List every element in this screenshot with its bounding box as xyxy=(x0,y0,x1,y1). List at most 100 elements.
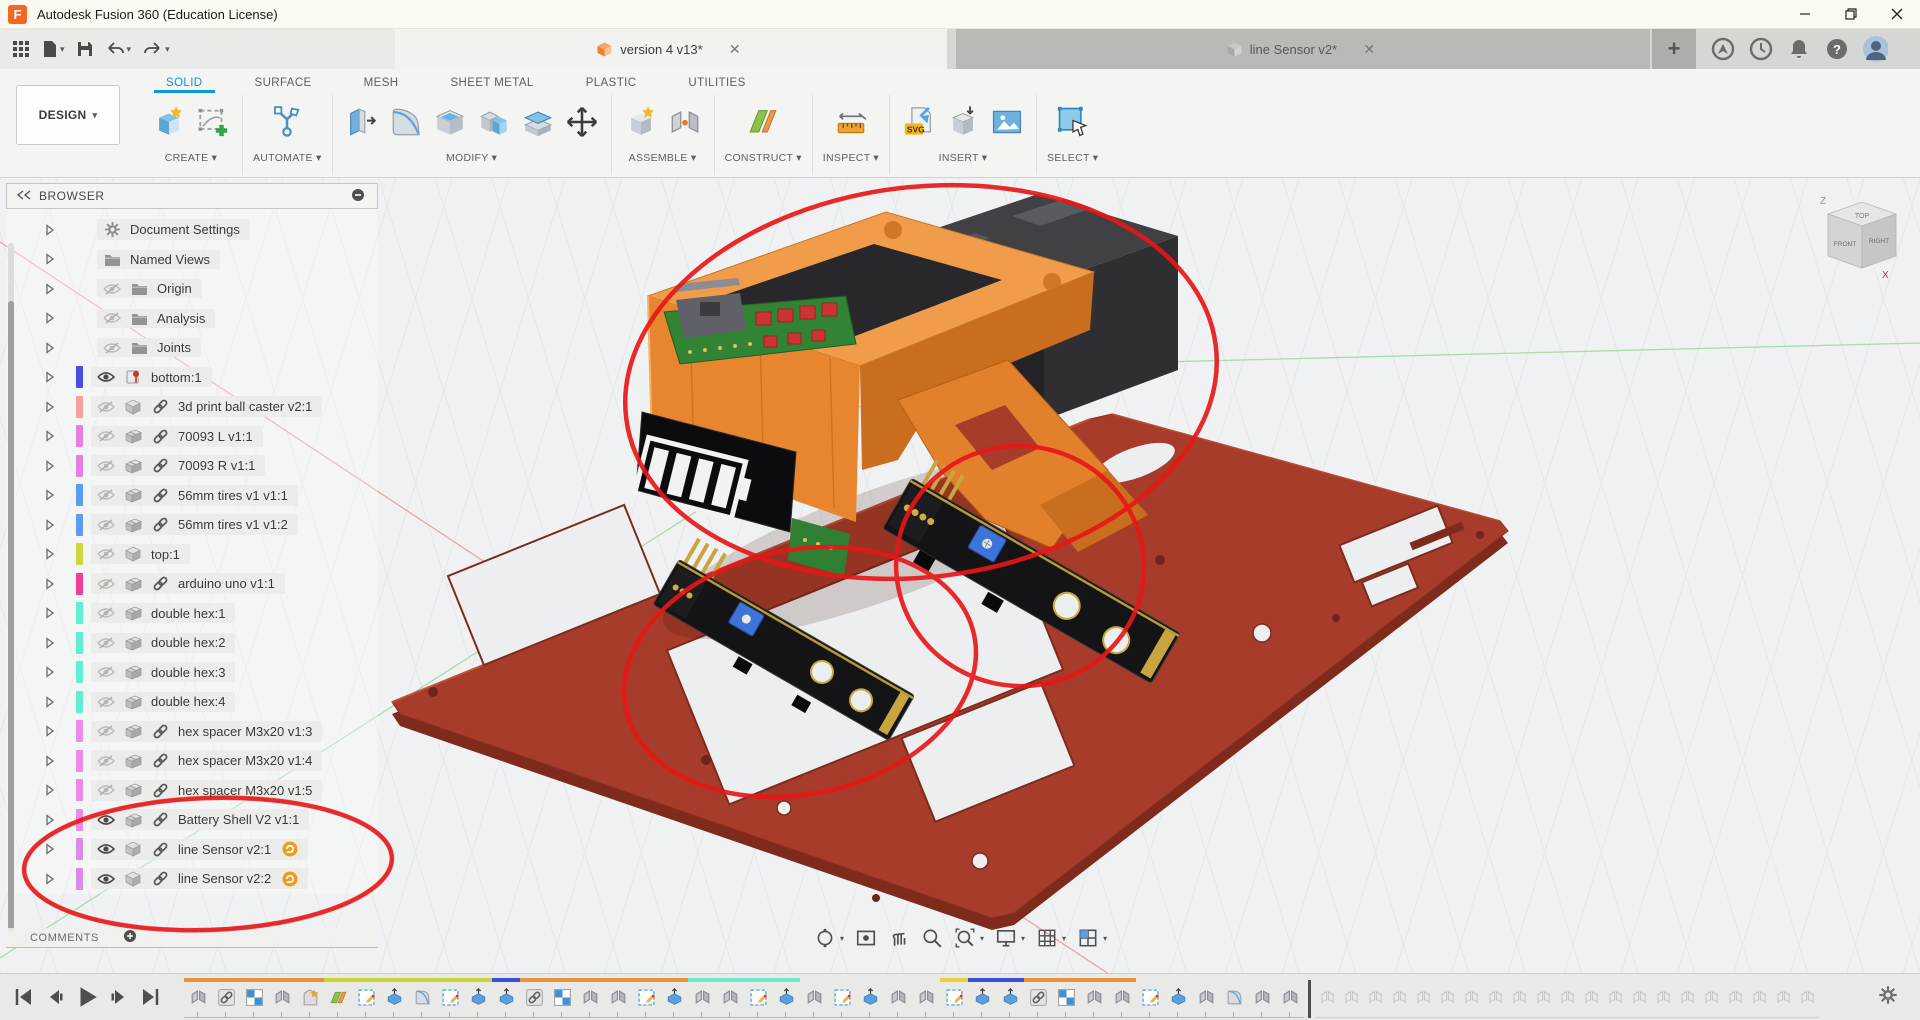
timeline-feature-rolled-back[interactable] xyxy=(1627,978,1651,1018)
insert-svg-icon[interactable]: SVG xyxy=(900,103,938,141)
document-tab-inactive[interactable]: line Sensor v2* ✕ xyxy=(956,29,1650,69)
job-status-icon[interactable] xyxy=(1748,36,1774,62)
timeline-feature-component[interactable] xyxy=(548,978,576,1018)
browser-item[interactable]: Origin xyxy=(6,274,378,304)
help-icon[interactable]: ? xyxy=(1824,36,1850,62)
add-comment-icon[interactable] xyxy=(123,929,137,946)
skip-start-icon[interactable] xyxy=(12,985,36,1009)
fit-icon[interactable]: ▾ xyxy=(952,925,986,951)
visibility-eye-icon[interactable] xyxy=(97,606,115,620)
timeline-feature-rolled-back[interactable] xyxy=(1555,978,1579,1018)
timeline-feature-rolled-back[interactable] xyxy=(1339,978,1363,1018)
browser-item[interactable]: double hex:4 xyxy=(6,687,378,717)
timeline-feature-component[interactable] xyxy=(240,978,268,1018)
expand-icon[interactable] xyxy=(42,547,58,561)
expand-icon[interactable] xyxy=(42,252,58,266)
browser-item[interactable]: arduino uno v1:1 xyxy=(6,569,378,599)
group-label[interactable]: CONSTRUCT xyxy=(725,152,793,164)
visibility-eye-icon[interactable] xyxy=(97,518,115,532)
timeline-feature-rolled-back[interactable] xyxy=(1579,978,1603,1018)
browser-item[interactable]: 70093 L v1:1 xyxy=(6,422,378,452)
close-tab-icon[interactable]: ✕ xyxy=(1359,41,1379,58)
timeline-feature-sketch[interactable] xyxy=(1136,978,1164,1018)
group-label[interactable]: INSERT xyxy=(939,152,979,164)
group-label[interactable]: ASSEMBLE xyxy=(629,152,688,164)
timeline-position-marker[interactable] xyxy=(1308,980,1311,1018)
expand-icon[interactable] xyxy=(42,813,58,827)
timeline-feature-sketch[interactable] xyxy=(744,978,772,1018)
timeline-feature-link[interactable] xyxy=(1024,978,1052,1018)
automate-icon[interactable] xyxy=(268,103,306,141)
browser-scrollbar[interactable] xyxy=(8,243,14,935)
browser-item[interactable]: line Sensor v2:1 xyxy=(6,835,378,865)
save-icon[interactable] xyxy=(73,34,97,64)
visibility-eye-icon[interactable] xyxy=(97,636,115,650)
timeline-feature-rolled-back[interactable] xyxy=(1699,978,1723,1018)
timeline-feature-joint[interactable] xyxy=(604,978,632,1018)
display-settings-icon[interactable]: ▾ xyxy=(993,925,1027,951)
timeline-feature-joint[interactable] xyxy=(912,978,940,1018)
expand-icon[interactable] xyxy=(42,459,58,473)
timeline-feature-extrude[interactable] xyxy=(968,978,996,1018)
timeline-feature-rolled-back[interactable] xyxy=(1315,978,1339,1018)
timeline-feature-rolled-back[interactable] xyxy=(1723,978,1747,1018)
shell-icon[interactable] xyxy=(431,103,469,141)
browser-item[interactable]: Named Views xyxy=(6,245,378,275)
timeline-feature-rolled-back[interactable] xyxy=(1507,978,1531,1018)
notifications-icon[interactable] xyxy=(1786,36,1812,62)
view-cube[interactable]: TOP FRONT RIGHT Z X xyxy=(1820,196,1896,281)
expand-icon[interactable] xyxy=(42,282,58,296)
fillet-icon[interactable] xyxy=(387,103,425,141)
document-tab-active[interactable]: version 4 v13* ✕ xyxy=(395,29,947,69)
group-label[interactable]: INSPECT xyxy=(823,152,870,164)
timeline-feature-sketch[interactable] xyxy=(828,978,856,1018)
visibility-eye-icon[interactable] xyxy=(97,724,115,738)
timeline-feature-extrude[interactable] xyxy=(660,978,688,1018)
group-label[interactable]: SELECT xyxy=(1047,152,1089,164)
extensions-icon[interactable] xyxy=(1710,36,1736,62)
avatar[interactable] xyxy=(1862,36,1888,62)
measure-icon[interactable] xyxy=(832,103,870,141)
undo-icon[interactable]: ▾ xyxy=(101,34,136,64)
select-icon[interactable] xyxy=(1054,103,1092,141)
expand-icon[interactable] xyxy=(42,724,58,738)
expand-icon[interactable] xyxy=(42,783,58,797)
timeline-feature-link[interactable] xyxy=(212,978,240,1018)
expand-icon[interactable] xyxy=(42,695,58,709)
timeline-feature-joint[interactable] xyxy=(1192,978,1220,1018)
comments-bar[interactable]: COMMENTS xyxy=(6,928,378,948)
ribbon-tab-utilities[interactable]: UTILITIES xyxy=(662,71,771,93)
visibility-eye-icon[interactable] xyxy=(97,872,115,886)
timeline-feature-rolled-back[interactable] xyxy=(1531,978,1555,1018)
browser-item[interactable]: double hex:1 xyxy=(6,599,378,629)
browser-item[interactable]: 56mm tires v1 v1:2 xyxy=(6,510,378,540)
browser-options-icon[interactable] xyxy=(351,188,365,205)
expand-icon[interactable] xyxy=(42,223,58,237)
update-available-badge[interactable] xyxy=(282,841,298,857)
ribbon-tab-surface[interactable]: SURFACE xyxy=(229,71,338,93)
visibility-eye-icon[interactable] xyxy=(97,488,115,502)
browser-item[interactable]: top:1 xyxy=(6,540,378,570)
browser-item[interactable]: Analysis xyxy=(6,304,378,334)
look-at-icon[interactable] xyxy=(853,925,879,951)
visibility-eye-icon[interactable] xyxy=(103,341,121,355)
timeline-feature-joint[interactable] xyxy=(576,978,604,1018)
timeline-feature-rolled-back[interactable] xyxy=(1363,978,1387,1018)
timeline-feature-rolled-back[interactable] xyxy=(1795,978,1819,1018)
group-label[interactable]: MODIFY xyxy=(446,152,488,164)
timeline-feature-rolled-back[interactable] xyxy=(1411,978,1435,1018)
visibility-eye-icon[interactable] xyxy=(97,577,115,591)
timeline-settings-icon[interactable] xyxy=(1878,985,1898,1010)
expand-icon[interactable] xyxy=(42,842,58,856)
timeline-feature-fillet[interactable] xyxy=(408,978,436,1018)
offset-face-icon[interactable] xyxy=(519,103,557,141)
browser-item[interactable]: 56mm tires v1 v1:1 xyxy=(6,481,378,511)
viewport[interactable]: TOP FRONT RIGHT Z X BROWSER Document Set… xyxy=(0,178,1920,973)
timeline-feature-extrude[interactable] xyxy=(380,978,408,1018)
file-menu-icon[interactable]: ▾ xyxy=(38,34,69,64)
visibility-eye-icon[interactable] xyxy=(97,400,115,414)
timeline-feature-extrude[interactable] xyxy=(856,978,884,1018)
workspace-switcher[interactable]: DESIGN▾ xyxy=(16,85,120,145)
browser-item[interactable]: 3d print ball caster v2:1 xyxy=(6,392,378,422)
expand-icon[interactable] xyxy=(42,518,58,532)
